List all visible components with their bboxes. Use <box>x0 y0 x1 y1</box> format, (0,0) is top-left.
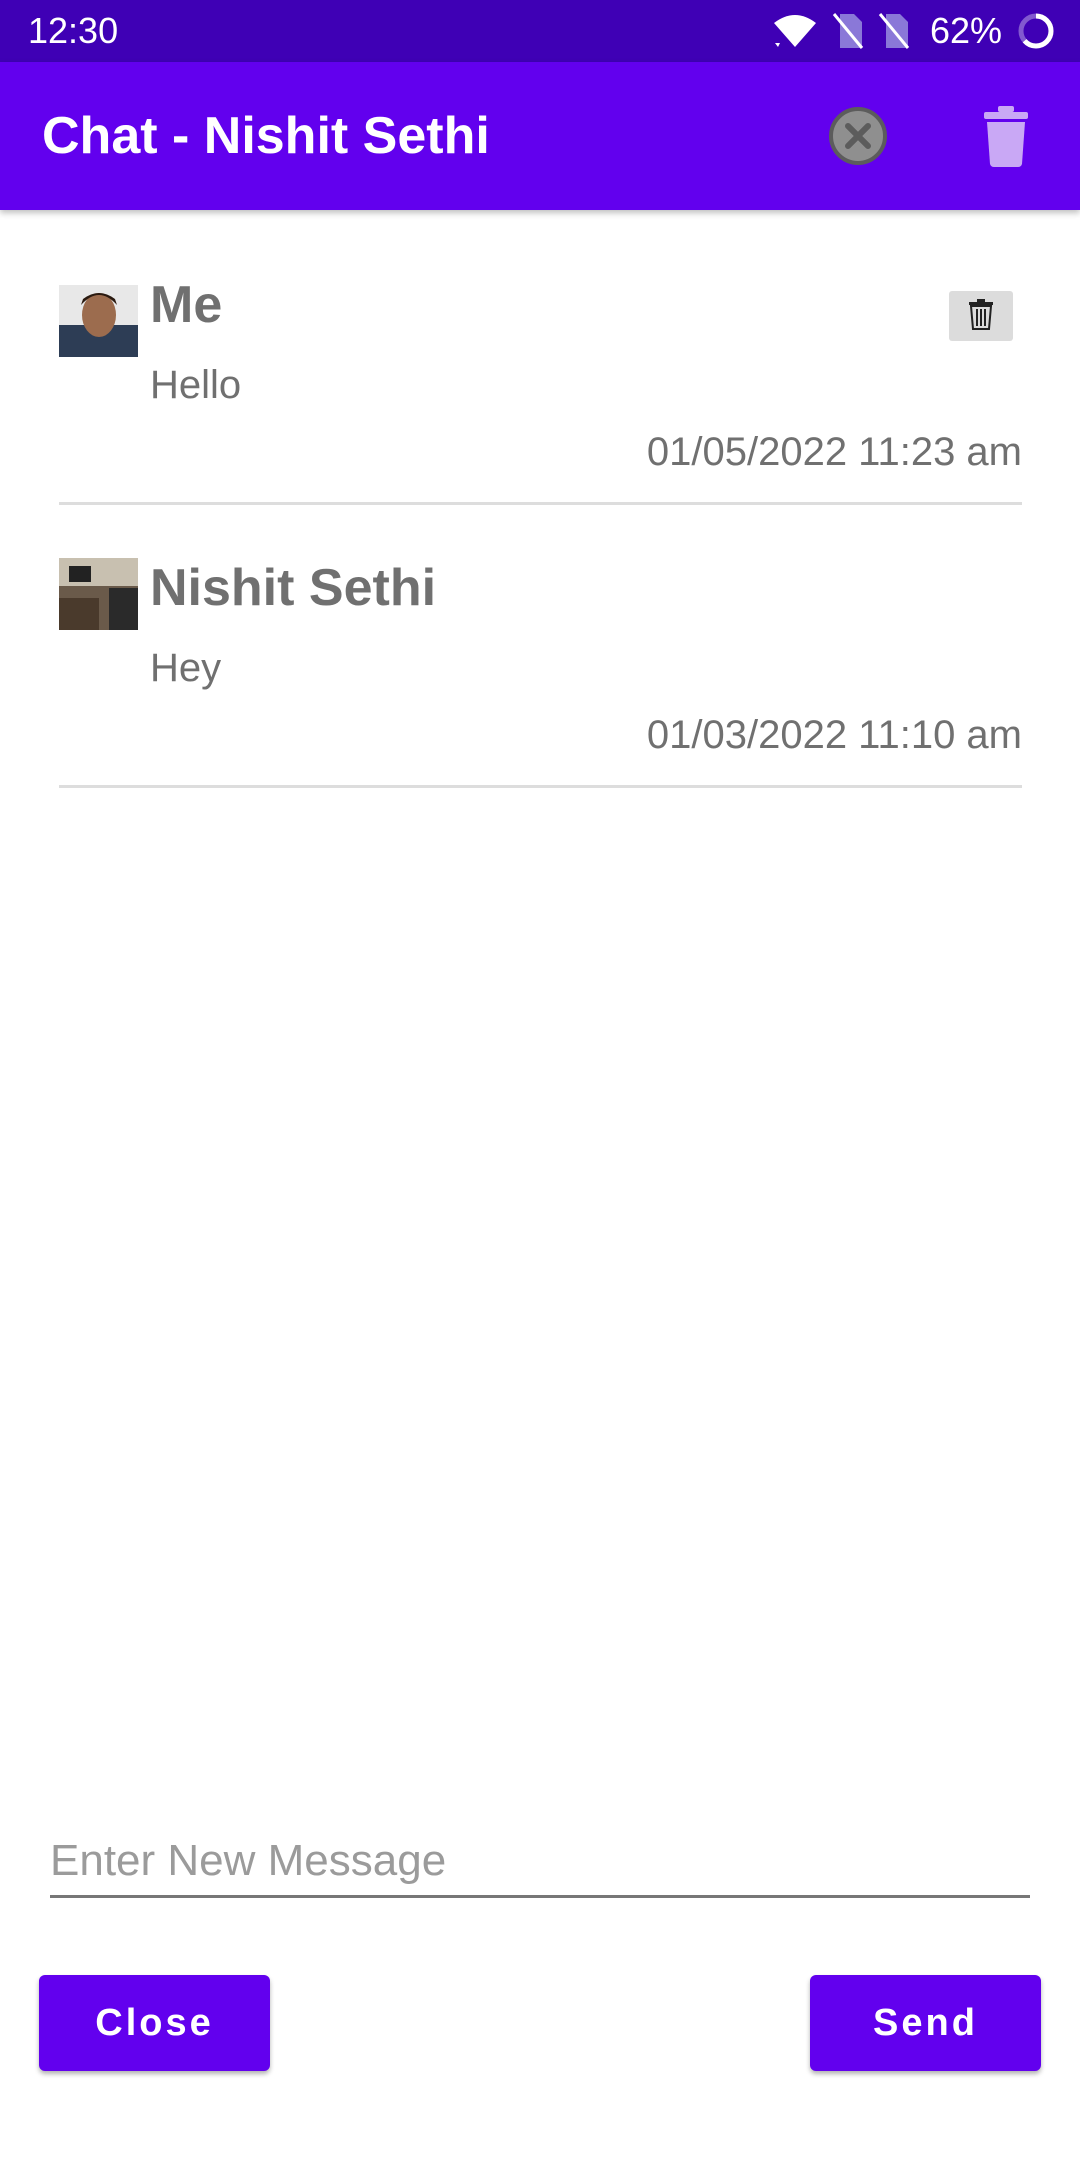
battery-percent: 62% <box>929 10 1002 51</box>
message-timestamp: 01/05/2022 11:23 am <box>646 430 1022 474</box>
sender-name: Me <box>150 276 223 334</box>
wifi-icon <box>772 13 818 49</box>
message-text: Hey <box>150 646 222 690</box>
delete-chat-button[interactable] <box>966 98 1046 178</box>
avatar <box>59 285 138 357</box>
page-title: Chat - Nishit Sethi <box>42 107 490 165</box>
close-button[interactable]: Close <box>39 1975 270 2071</box>
status-time: 12:30 <box>28 10 119 51</box>
trash-icon <box>968 298 994 335</box>
status-bar: 12:30 62% <box>0 0 1080 62</box>
trash-icon <box>981 104 1031 173</box>
delete-message-button[interactable] <box>949 291 1013 341</box>
avatar <box>59 558 138 630</box>
message-input[interactable] <box>50 1826 1030 1895</box>
list-item: Nishit Sethi Hey 01/03/2022 11:10 am <box>59 558 1022 788</box>
no-sim-icon-2 <box>878 12 910 50</box>
message-input-wrapper <box>50 1826 1030 1898</box>
battery-icon <box>1016 11 1056 51</box>
no-sim-icon <box>832 12 864 50</box>
app-bar: Chat - Nishit Sethi <box>0 62 1080 210</box>
cancel-icon <box>827 105 889 172</box>
cancel-button[interactable] <box>818 98 898 178</box>
sender-name: Nishit Sethi <box>150 559 437 617</box>
list-item: Me Hello 01/05/2022 11:23 am <box>59 276 1022 505</box>
status-icons: 62% <box>772 10 1056 52</box>
message-timestamp: 01/03/2022 11:10 am <box>646 713 1022 757</box>
send-button[interactable]: Send <box>810 1975 1041 2071</box>
message-text: Hello <box>150 363 242 407</box>
